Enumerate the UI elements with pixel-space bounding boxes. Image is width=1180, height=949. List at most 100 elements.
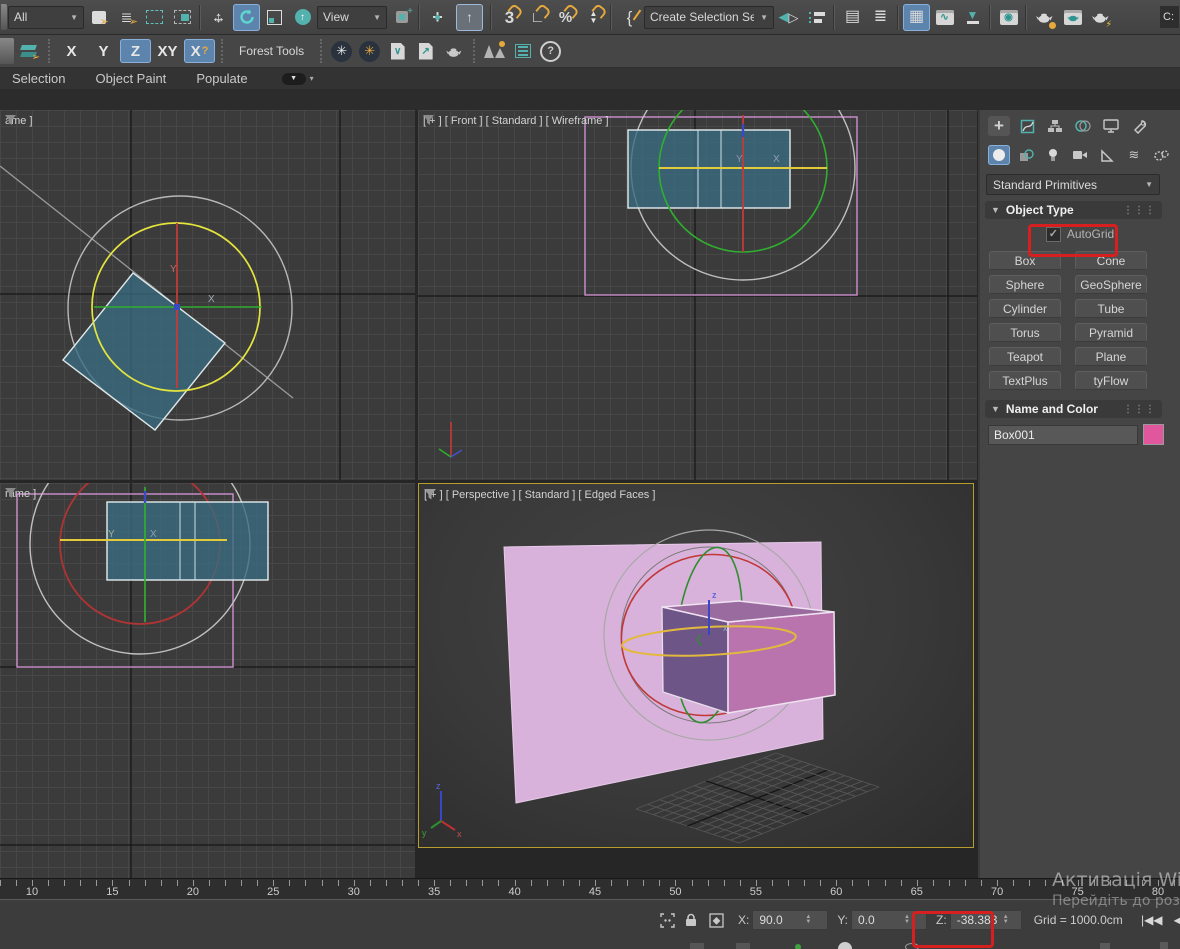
select-and-rotate-icon[interactable]: [233, 4, 260, 31]
viewport-perspective[interactable]: [ + ] [ Perspective ] [ Standard ] [ Edg…: [418, 483, 974, 848]
absolute-offset-toggle-icon[interactable]: [703, 907, 729, 934]
selection-set-dropdown[interactable]: Create Selection Se▼: [644, 6, 774, 29]
selection-region-icon[interactable]: [141, 4, 168, 31]
tab-modify[interactable]: [1016, 116, 1038, 136]
tab-cameras[interactable]: [1069, 145, 1091, 165]
tab-lights[interactable]: [1042, 145, 1064, 165]
tab-display[interactable]: [1100, 116, 1122, 136]
chevron-down-icon[interactable]: ▾: [310, 74, 314, 83]
teapot-button[interactable]: Teapot: [989, 347, 1061, 366]
torus-button[interactable]: Torus: [989, 323, 1061, 342]
forest-settings-icon[interactable]: ✳: [356, 38, 383, 65]
tab-motion[interactable]: [1072, 116, 1094, 136]
y-coordinate-spinner[interactable]: 0.0 ▲▼: [851, 910, 927, 930]
axis-constraint-special-button[interactable]: X ?: [184, 39, 215, 63]
go-to-start-button[interactable]: |◀◀: [1139, 908, 1165, 932]
textplus-button[interactable]: TextPlus: [989, 371, 1061, 390]
layer-stack-icon[interactable]: ➢: [15, 38, 42, 65]
object-color-swatch[interactable]: [1143, 424, 1164, 445]
ribbon-minimize-pill[interactable]: ▼: [282, 73, 306, 85]
align-icon[interactable]: [803, 4, 830, 31]
viewport-bottom-left[interactable]: rame ] Y X: [0, 483, 415, 878]
select-and-scale-icon[interactable]: [261, 4, 288, 31]
scene-explorer-icon[interactable]: ▤: [839, 4, 866, 31]
viewport-front[interactable]: [ + ] [ Front ] [ Standard ] [ Wireframe…: [418, 110, 977, 480]
spinner-snap-icon[interactable]: ▲▼: [580, 4, 607, 31]
category-dropdown[interactable]: Standard Primitives ▼: [986, 174, 1160, 195]
select-and-move-icon[interactable]: ↔↕: [205, 4, 232, 31]
select-object-icon[interactable]: ➢: [85, 4, 112, 31]
snap-toggle-3d-icon[interactable]: 3: [496, 4, 523, 31]
tab-geometry[interactable]: [988, 145, 1010, 165]
render-production-icon[interactable]: ⚡︎: [1087, 4, 1114, 31]
axis-constraint-z-button[interactable]: Z: [120, 39, 151, 63]
ribbon-toggle-icon[interactable]: ▦: [903, 4, 930, 31]
curve-editor-icon[interactable]: ∿: [931, 4, 958, 31]
tab-hierarchy[interactable]: [1044, 116, 1066, 136]
cone-button[interactable]: Cone: [1075, 251, 1147, 270]
viewport-label[interactable]: rame ]: [5, 488, 36, 500]
reference-coordinate-dropdown[interactable]: View▼: [317, 6, 387, 29]
select-and-place-icon[interactable]: ↑: [289, 4, 316, 31]
object-name-field[interactable]: Box001: [988, 425, 1138, 445]
timeline-ruler[interactable]: 101520253035404550556065707580: [0, 878, 1180, 900]
tab-utilities[interactable]: [1128, 116, 1150, 136]
rollout-object-type[interactable]: ▼ Object Type ⋮⋮⋮: [985, 201, 1162, 219]
spinner-arrows-icon[interactable]: ▲▼: [805, 915, 811, 925]
mirror-icon[interactable]: ◀▷: [775, 4, 802, 31]
tab-systems[interactable]: [1150, 145, 1172, 165]
axis-constraint-y-button[interactable]: Y: [88, 39, 119, 63]
tyflow-button[interactable]: tyFlow: [1075, 371, 1147, 390]
forest-material-icon[interactable]: [440, 38, 467, 65]
tab-shapes[interactable]: [1015, 145, 1037, 165]
sphere-button[interactable]: Sphere: [989, 275, 1061, 294]
schematic-view-icon[interactable]: ▼: [959, 4, 986, 31]
viewport-top-left[interactable]: ame ] Y X: [0, 110, 415, 480]
list-panel-icon[interactable]: [509, 38, 536, 65]
autogrid-label[interactable]: AutoGrid: [1067, 227, 1114, 241]
geosphere-button[interactable]: GeoSphere: [1075, 275, 1147, 294]
z-coordinate-spinner[interactable]: -38.383 ▲▼: [950, 910, 1022, 930]
viewport-label[interactable]: ame ]: [5, 115, 33, 127]
angle-snap-icon[interactable]: ∟: [524, 4, 551, 31]
selection-filter-dropdown[interactable]: All▼: [8, 6, 84, 29]
previous-frame-button[interactable]: ◀|: [1167, 908, 1180, 932]
viewport-label[interactable]: [ + ] [ Front ] [ Standard ] [ Wireframe…: [423, 115, 609, 127]
forest-pack-icon[interactable]: ✳: [328, 38, 355, 65]
render-setup-icon[interactable]: [1031, 4, 1058, 31]
material-editor-icon[interactable]: ◉: [995, 4, 1022, 31]
tab-object-paint[interactable]: Object Paint: [95, 71, 166, 86]
help-icon[interactable]: ?: [537, 38, 564, 65]
maxscript-mini-listener[interactable]: C:: [1160, 6, 1179, 28]
keyboard-override-icon[interactable]: ↑: [456, 4, 483, 31]
isolate-selection-icon[interactable]: [655, 907, 679, 934]
axis-constraint-xy-button[interactable]: XY: [152, 39, 183, 63]
rollout-name-and-color[interactable]: ▼ Name and Color ⋮⋮⋮: [985, 400, 1162, 418]
tab-space-warps[interactable]: ≋: [1123, 145, 1145, 165]
percent-snap-icon[interactable]: %: [552, 4, 579, 31]
cylinder-button[interactable]: Cylinder: [989, 299, 1061, 318]
layer-explorer-icon[interactable]: ≣: [867, 4, 894, 31]
use-pivot-center-icon[interactable]: +: [388, 4, 415, 31]
rendered-frame-icon[interactable]: [1059, 4, 1086, 31]
forest-library-icon[interactable]: ∨: [384, 38, 411, 65]
viewport-label[interactable]: [ + ] [ Perspective ] [ Standard ] [ Edg…: [424, 489, 655, 501]
window-crossing-icon[interactable]: [169, 4, 196, 31]
forest-tools-label[interactable]: Forest Tools: [229, 44, 314, 58]
named-selection-sets-icon[interactable]: {: [616, 4, 643, 31]
pyramid-button[interactable]: Pyramid: [1075, 323, 1147, 342]
spinner-arrows-icon[interactable]: ▲▼: [904, 915, 910, 925]
tab-selection[interactable]: Selection: [12, 71, 65, 86]
autogrid-checkbox[interactable]: ✓: [1046, 227, 1061, 242]
tube-button[interactable]: Tube: [1075, 299, 1147, 318]
box-button[interactable]: Box: [989, 251, 1061, 270]
tab-populate[interactable]: Populate: [196, 71, 247, 86]
selection-lock-icon[interactable]: [679, 907, 703, 934]
forest-tools-doc-icon[interactable]: ↗: [412, 38, 439, 65]
plane-button[interactable]: Plane: [1075, 347, 1147, 366]
tab-helpers[interactable]: [1096, 145, 1118, 165]
spinner-arrows-icon[interactable]: ▲▼: [1003, 915, 1009, 925]
tab-create[interactable]: +: [988, 116, 1010, 136]
axis-constraint-x-button[interactable]: X: [56, 39, 87, 63]
x-coordinate-spinner[interactable]: 90.0 ▲▼: [752, 910, 828, 930]
